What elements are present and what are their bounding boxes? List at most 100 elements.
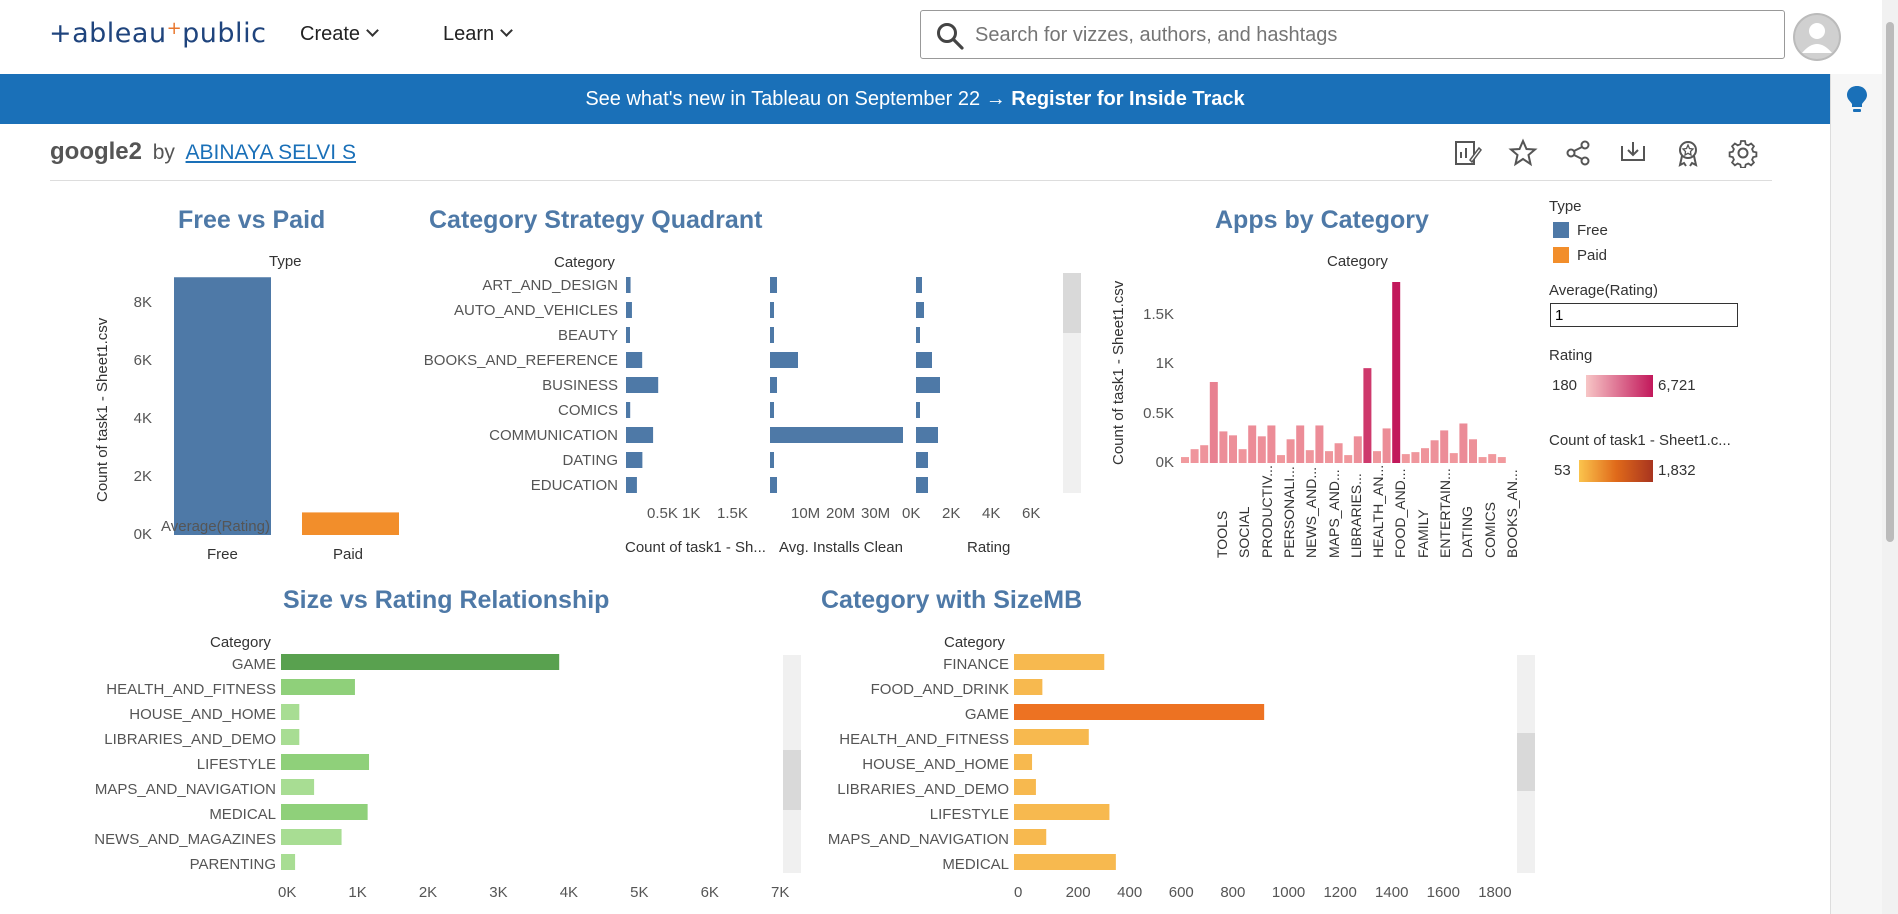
- category-bar[interactable]: [1344, 455, 1353, 463]
- category-bar[interactable]: [1430, 440, 1439, 463]
- search-input[interactable]: [975, 15, 1755, 55]
- create-menu[interactable]: Create: [300, 23, 379, 46]
- announcement-banner[interactable]: See what's new in Tableau on September 2…: [0, 74, 1830, 124]
- bar-art_and_design[interactable]: [916, 277, 922, 293]
- xtick-label: 1400: [1375, 884, 1409, 901]
- category-bar[interactable]: [1248, 425, 1257, 463]
- bar-business[interactable]: [770, 377, 777, 393]
- category-bar[interactable]: [1305, 450, 1314, 463]
- search-icon: [937, 23, 964, 50]
- category-sizemb-chart[interactable]: [1014, 650, 1514, 878]
- bar-paid[interactable]: [302, 512, 399, 535]
- scrollbar-thumb[interactable]: [1517, 733, 1535, 791]
- bar-art_and_design[interactable]: [770, 277, 777, 293]
- category-label: BUSINESS: [542, 377, 618, 394]
- category-bar[interactable]: [1363, 368, 1372, 463]
- lightbulb-icon[interactable]: [1846, 84, 1868, 114]
- category-bar[interactable]: [1421, 448, 1429, 463]
- category-bar[interactable]: [1200, 445, 1209, 463]
- bar-business[interactable]: [626, 377, 659, 393]
- free-vs-paid-header: Type: [269, 253, 302, 270]
- bar-art_and_design[interactable]: [626, 277, 631, 293]
- bar-education[interactable]: [770, 477, 777, 493]
- bar-finance[interactable]: [1014, 654, 1105, 670]
- bar-education[interactable]: [626, 477, 637, 493]
- bar-house_and_home[interactable]: [1014, 754, 1033, 770]
- category-bar[interactable]: [1296, 425, 1305, 463]
- category-bar[interactable]: [1209, 381, 1218, 463]
- category-bar[interactable]: [1286, 439, 1295, 463]
- legend-free-swatch[interactable]: [1553, 222, 1569, 238]
- scrollbar-thumb[interactable]: [1063, 273, 1081, 333]
- category-bar[interactable]: [1373, 451, 1381, 463]
- category-bar[interactable]: [1257, 436, 1266, 463]
- category-bar[interactable]: [1440, 430, 1449, 463]
- search-box[interactable]: [920, 10, 1785, 59]
- category-bar[interactable]: [1488, 454, 1497, 463]
- bar-business[interactable]: [916, 377, 940, 393]
- scrollbar-thumb[interactable]: [1886, 22, 1894, 542]
- register-link[interactable]: Register for Inside Track: [1011, 88, 1244, 110]
- category-bar[interactable]: [1459, 423, 1468, 463]
- bar-food_and_drink[interactable]: [1014, 679, 1043, 695]
- download-icon[interactable]: [1618, 138, 1648, 168]
- category-bar[interactable]: [1411, 452, 1420, 463]
- category-bar[interactable]: [1353, 436, 1362, 463]
- xaxis-category-label: MAPS_AND...: [1325, 469, 1342, 558]
- settings-gear-icon[interactable]: [1728, 138, 1758, 168]
- bar-communication[interactable]: [626, 427, 654, 443]
- learn-menu[interactable]: Learn: [443, 23, 514, 46]
- bar-medical[interactable]: [1014, 854, 1116, 870]
- category-bar[interactable]: [1497, 457, 1506, 463]
- category-bar[interactable]: [1181, 457, 1189, 463]
- category-bar[interactable]: [1392, 282, 1401, 463]
- xtick-label: 800: [1220, 884, 1246, 901]
- category-label: LIFESTYLE: [929, 806, 1009, 823]
- category-label: BEAUTY: [557, 327, 618, 344]
- category-bar[interactable]: [1277, 455, 1285, 463]
- avatar[interactable]: [1793, 13, 1841, 61]
- category-bar[interactable]: [1267, 425, 1276, 463]
- bar-maps_and_navigation[interactable]: [1014, 829, 1047, 845]
- bar-beauty[interactable]: [770, 327, 774, 343]
- tableau-public-logo[interactable]: +ableau+public: [49, 18, 266, 49]
- category-bar[interactable]: [1334, 443, 1343, 463]
- category-bar[interactable]: [1315, 425, 1324, 463]
- edit-viz-icon[interactable]: [1452, 138, 1482, 168]
- category-bar[interactable]: [1478, 457, 1487, 463]
- bar-communication[interactable]: [916, 427, 938, 443]
- category-sizemb-scrollbar[interactable]: [1517, 655, 1535, 873]
- legend-free-label[interactable]: Free: [1577, 222, 1608, 239]
- xaxis-category-label: LIBRARIES...: [1347, 473, 1364, 558]
- legend-paid-swatch[interactable]: [1553, 247, 1569, 263]
- category-paid-label: Paid: [333, 546, 364, 563]
- bar-beauty[interactable]: [916, 327, 920, 343]
- page-scrollbar[interactable]: [1882, 0, 1898, 914]
- bar-game[interactable]: [1014, 704, 1265, 720]
- badge-award-icon[interactable]: [1673, 138, 1703, 168]
- category-bar[interactable]: [1401, 454, 1410, 463]
- legend-paid-label[interactable]: Paid: [1577, 247, 1607, 264]
- apps-by-category-chart[interactable]: [1180, 270, 1540, 470]
- category-bar[interactable]: [1219, 431, 1228, 463]
- category-bar[interactable]: [1449, 453, 1458, 463]
- category-bar[interactable]: [1190, 449, 1199, 463]
- category-bar[interactable]: [1325, 451, 1333, 463]
- xtick-label: 0K: [278, 884, 297, 901]
- category-label: FOOD_AND_DRINK: [870, 681, 1009, 698]
- bar-education[interactable]: [916, 477, 928, 493]
- category-bar[interactable]: [1382, 428, 1391, 463]
- category-bar[interactable]: [1238, 449, 1247, 463]
- author-link[interactable]: ABINAYA SELVI S: [186, 141, 356, 164]
- favorite-star-icon[interactable]: [1508, 138, 1538, 168]
- bar-communication[interactable]: [770, 427, 903, 443]
- bar-beauty[interactable]: [626, 327, 630, 343]
- bar-lifestyle[interactable]: [1014, 804, 1110, 820]
- avg-rating-filter-input[interactable]: [1550, 303, 1738, 327]
- legend-count-max: 1,832: [1658, 462, 1696, 479]
- bar-health_and_fitness[interactable]: [1014, 729, 1089, 745]
- share-icon[interactable]: [1563, 138, 1593, 168]
- bar-libraries_and_demo[interactable]: [1014, 779, 1036, 795]
- category-bar[interactable]: [1469, 439, 1477, 463]
- category-bar[interactable]: [1229, 435, 1237, 463]
